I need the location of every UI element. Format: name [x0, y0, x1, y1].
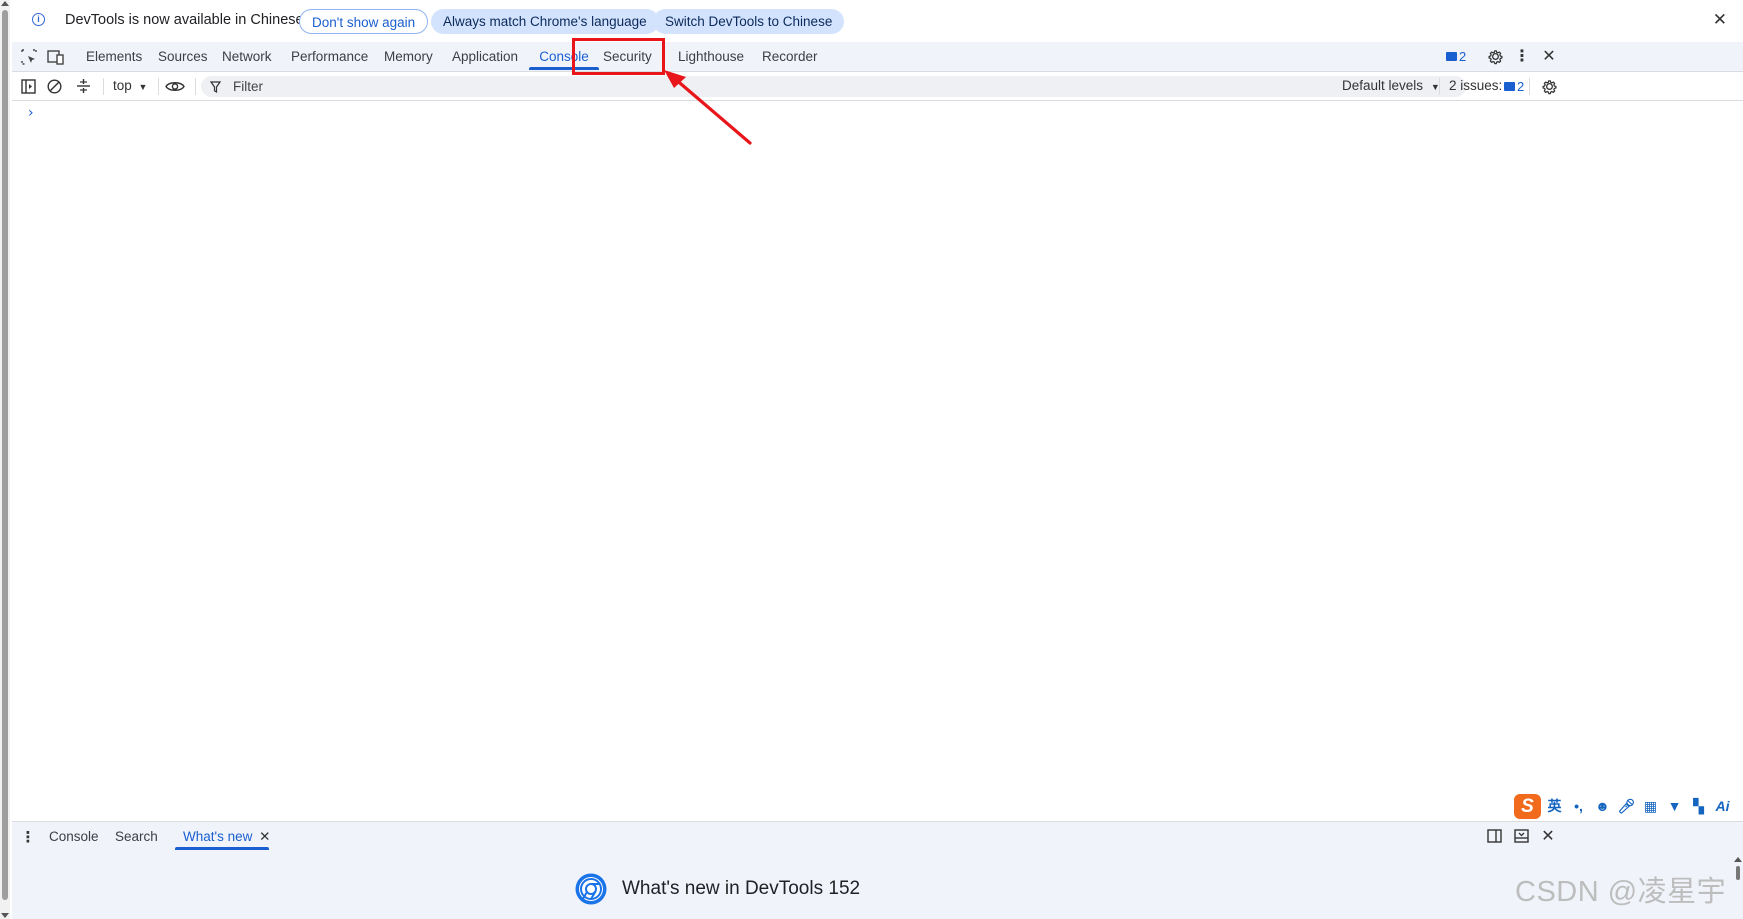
- toolbar-divider: [158, 78, 159, 95]
- close-drawer-icon[interactable]: ✕: [1540, 828, 1556, 845]
- tab-sources[interactable]: Sources: [158, 42, 208, 71]
- switch-to-chinese-button[interactable]: Switch DevTools to Chinese: [653, 9, 845, 34]
- drawer-tab-search[interactable]: Search: [115, 822, 158, 851]
- drawer-tab-whats-new-label: What's new: [183, 829, 253, 844]
- device-toolbar-icon[interactable]: [46, 48, 64, 66]
- main-toolbar: Elements Sources Network Performance Mem…: [12, 42, 1743, 72]
- drawer-scrollbar[interactable]: [1733, 856, 1743, 886]
- filter-funnel-icon: [209, 80, 222, 98]
- issues-link[interactable]: 2 issues:: [1449, 78, 1502, 93]
- collapse-groups-icon[interactable]: [75, 78, 91, 94]
- inspect-element-icon[interactable]: [20, 48, 38, 66]
- close-devtools-icon[interactable]: ✕: [1540, 47, 1558, 65]
- annotation-arrow-icon: [664, 70, 752, 145]
- log-levels-dropdown[interactable]: Default levels ▼: [1342, 78, 1440, 93]
- toolbar-divider: [103, 78, 104, 95]
- drawer-tab-console[interactable]: Console: [49, 822, 99, 851]
- annotation-highlight-box: [572, 38, 665, 75]
- toolbar-divider: [1529, 78, 1530, 95]
- language-infobar: i DevTools is now available in Chinese D…: [12, 0, 1743, 42]
- console-issues-count: 2: [1517, 79, 1525, 94]
- context-selector[interactable]: top ▼: [113, 78, 147, 93]
- scroll-down-arrow-icon[interactable]: [1, 913, 9, 918]
- whats-new-title[interactable]: What's new in DevTools 152: [622, 878, 860, 900]
- clear-console-icon[interactable]: [46, 78, 62, 94]
- chrome-devtools-logo-icon: [575, 873, 607, 905]
- infobar-message: DevTools is now available in Chinese: [65, 12, 304, 28]
- more-options-icon[interactable]: ⋮: [1514, 47, 1530, 65]
- console-prompt-chevron-icon[interactable]: ›: [28, 105, 34, 121]
- message-icon: [1446, 52, 1457, 61]
- minimize-drawer-icon[interactable]: [1513, 828, 1529, 844]
- console-issues-badge[interactable]: 2: [1504, 79, 1524, 94]
- drawer-tab-whats-new[interactable]: What's new ✕: [175, 822, 270, 851]
- sidebar-toggle-icon[interactable]: [20, 78, 36, 94]
- tab-recorder[interactable]: Recorder: [762, 42, 818, 71]
- console-settings-gear-icon[interactable]: [1540, 77, 1558, 95]
- filter-box[interactable]: [201, 76, 1466, 97]
- sogou-logo-icon[interactable]: S: [1514, 793, 1541, 819]
- settings-gear-icon[interactable]: [1486, 47, 1504, 65]
- toolbox-grid-icon[interactable]: ▚: [1688, 798, 1709, 815]
- tab-elements[interactable]: Elements: [86, 42, 142, 71]
- drawer-menu-icon[interactable]: ⋮: [21, 828, 36, 846]
- info-icon: i: [32, 13, 45, 26]
- ai-assistant-icon[interactable]: Ai: [1712, 798, 1733, 814]
- tab-memory[interactable]: Memory: [384, 42, 433, 71]
- close-infobar-icon[interactable]: ✕: [1713, 10, 1727, 30]
- console-toolbar: top ▼ Default levels ▼ 2 issues: 2: [12, 72, 1743, 101]
- tab-application[interactable]: Application: [452, 42, 518, 71]
- ime-language-toggle[interactable]: 英: [1544, 796, 1565, 816]
- tab-network[interactable]: Network: [222, 42, 272, 71]
- toolbar-divider: [1439, 78, 1440, 95]
- active-tab-indicator: [175, 847, 269, 850]
- csdn-watermark: CSDN @凌星宇: [1515, 876, 1727, 908]
- close-tab-icon[interactable]: ✕: [259, 829, 270, 844]
- message-icon: [1504, 82, 1515, 91]
- tab-performance[interactable]: Performance: [291, 42, 368, 71]
- microphone-icon[interactable]: 🎤︎: [1616, 798, 1637, 815]
- page-scrollbar[interactable]: [0, 0, 10, 919]
- scrollbar-thumb[interactable]: [2, 10, 8, 900]
- issues-label: 2 issues:: [1449, 78, 1503, 93]
- dropdown-arrow-icon: ▼: [138, 82, 148, 92]
- keyboard-icon[interactable]: ▦: [1640, 798, 1661, 815]
- ime-toolbar: S 英 •, ☻ 🎤︎ ▦ ▼ ▚ Ai: [1514, 792, 1743, 820]
- dock-side-icon[interactable]: [1486, 828, 1502, 844]
- issues-badge[interactable]: 2: [1446, 49, 1466, 64]
- ime-punctuation-toggle[interactable]: •,: [1568, 798, 1589, 814]
- always-match-language-button[interactable]: Always match Chrome's language: [431, 9, 659, 34]
- toolbar-divider: [195, 78, 196, 95]
- scroll-up-arrow-icon[interactable]: [1, 1, 9, 6]
- issues-badge-count: 2: [1459, 49, 1467, 64]
- context-selector-label: top: [113, 78, 132, 93]
- console-output-area[interactable]: ›: [12, 101, 1743, 821]
- whats-new-panel: What's new in DevTools 152: [12, 852, 1743, 919]
- dont-show-again-button[interactable]: Don't show again: [299, 9, 429, 34]
- emoji-icon[interactable]: ☻: [1592, 798, 1613, 814]
- filter-input[interactable]: [231, 78, 1335, 95]
- drawer-toolbar: ⋮ Console Search What's new ✕ ✕: [12, 821, 1743, 852]
- log-levels-label: Default levels: [1342, 78, 1424, 93]
- live-expression-eye-icon[interactable]: [165, 78, 185, 94]
- skin-shirt-icon[interactable]: ▼: [1664, 798, 1685, 814]
